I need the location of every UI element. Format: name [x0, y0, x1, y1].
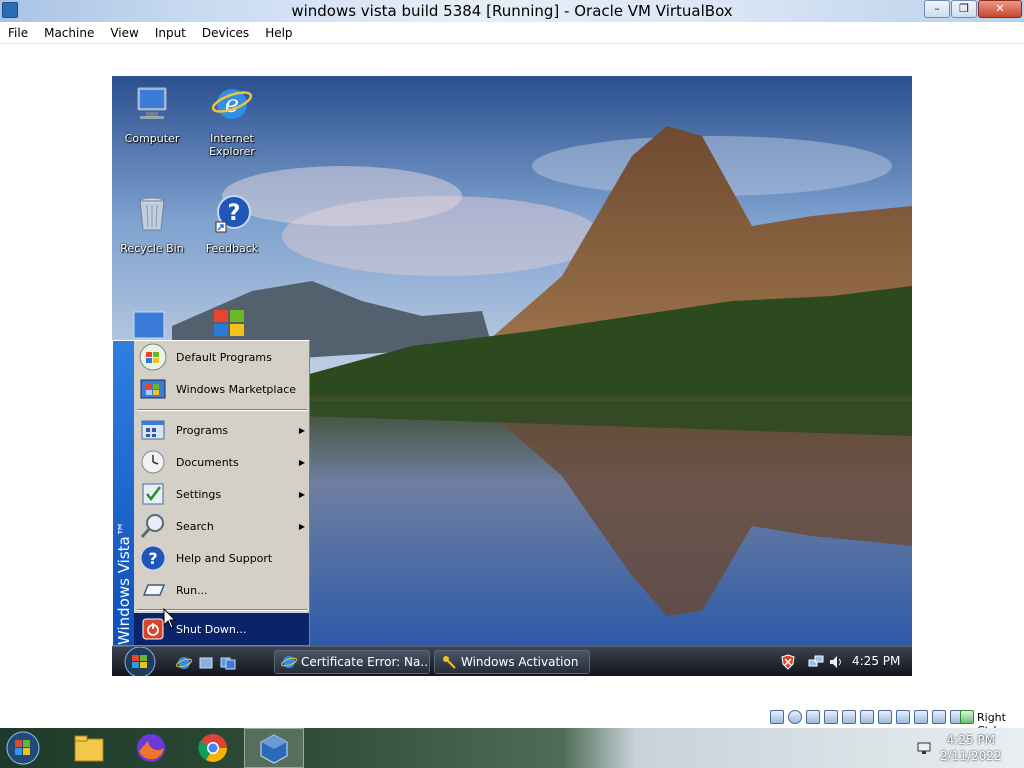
- submenu-arrow-icon: ▶: [298, 489, 305, 499]
- run-icon: [142, 584, 166, 596]
- recording-indicator-icon[interactable]: [896, 710, 910, 724]
- menu-input[interactable]: Input: [147, 26, 194, 40]
- guest-taskbar: Certificate Error: Na... Windows Activat…: [112, 646, 912, 676]
- menu-help[interactable]: Help: [257, 26, 300, 40]
- programs-icon: [141, 420, 165, 440]
- chrome-icon[interactable]: [196, 731, 230, 765]
- virtualbox-icon: [260, 734, 288, 764]
- taskbar-button-windows-activation[interactable]: Windows Activation: [434, 650, 590, 674]
- start-item-documents[interactable]: Documents ▶: [134, 446, 309, 478]
- computer-icon: [136, 86, 168, 119]
- close-button[interactable]: ✕: [978, 0, 1022, 18]
- guest-clock[interactable]: 4:25 PM: [852, 654, 900, 668]
- switch-windows-icon[interactable]: [220, 655, 236, 671]
- start-item-default-programs[interactable]: Default Programs: [134, 341, 309, 373]
- start-item-programs[interactable]: Programs ▶: [134, 414, 309, 446]
- search-icon: [140, 514, 164, 538]
- shared-folders-indicator-icon[interactable]: [860, 710, 874, 724]
- internet-explorer-icon: e: [211, 89, 253, 119]
- start-menu-separator: [137, 409, 307, 411]
- minimize-button[interactable]: –: [924, 0, 950, 18]
- host-clock-time: 4:25 PM: [946, 733, 995, 747]
- submenu-arrow-icon: ▶: [298, 425, 305, 435]
- settings-icon: [142, 483, 164, 505]
- restore-button[interactable]: ❐: [951, 0, 977, 18]
- firefox-icon[interactable]: [134, 731, 168, 765]
- taskbar-button-certificate-error[interactable]: Certificate Error: Na...: [274, 650, 430, 674]
- window-controls: – ❐ ✕: [923, 0, 1022, 20]
- internet-explorer-icon: [281, 656, 297, 668]
- host-key-indicator-icon[interactable]: [960, 710, 974, 724]
- feedback-icon: ?: [215, 195, 251, 233]
- network-icon[interactable]: [808, 654, 824, 670]
- audio-indicator-icon[interactable]: [806, 710, 820, 724]
- vm-display[interactable]: Computer e Internet Explorer Recycle Bin…: [112, 76, 912, 676]
- host-clock[interactable]: 4:25 PM 2/11/2022: [940, 732, 1002, 764]
- desktop-icon-recycle-bin[interactable]: Recycle Bin: [112, 192, 192, 255]
- menu-file[interactable]: File: [0, 26, 36, 40]
- host-title-bar[interactable]: windows vista build 5384 [Running] - Ora…: [0, 0, 1024, 22]
- start-menu-brand: Windows Vista™: [115, 521, 133, 645]
- volume-icon[interactable]: [828, 654, 844, 670]
- host-menu-bar: File Machine View Input Devices Help: [0, 22, 1024, 44]
- recycle-bin-icon: [139, 197, 165, 231]
- start-menu-sidebar: Windows Vista™: [113, 341, 134, 645]
- windows-start-button[interactable]: [6, 731, 40, 765]
- start-menu: Windows Vista™ Default Programs Windows …: [112, 340, 310, 646]
- menu-machine[interactable]: Machine: [36, 26, 102, 40]
- display-indicator-icon[interactable]: [878, 710, 892, 724]
- start-item-search[interactable]: Search ▶: [134, 510, 309, 542]
- mouse-cursor-icon: [163, 608, 177, 629]
- activation-key-icon: [443, 656, 456, 669]
- virtualbox-taskbar-button[interactable]: [244, 728, 304, 768]
- security-shield-icon[interactable]: [780, 654, 796, 670]
- svg-text:?: ?: [148, 549, 157, 568]
- usb-indicator-icon[interactable]: [842, 710, 856, 724]
- window-title: windows vista build 5384 [Running] - Ora…: [291, 2, 733, 20]
- help-icon: ?: [140, 545, 166, 571]
- show-desktop-icon[interactable]: [198, 655, 214, 671]
- host-taskbar: 4:25 PM 2/11/2022: [0, 728, 1024, 768]
- internet-explorer-quicklaunch-icon[interactable]: [176, 655, 192, 671]
- virtualization-indicator-icon[interactable]: [914, 710, 928, 724]
- desktop-icon-computer[interactable]: Computer: [112, 82, 192, 145]
- submenu-arrow-icon: ▶: [298, 521, 305, 531]
- host-status-bar: Right Ctrl: [0, 706, 1024, 737]
- desktop-icon-feedback[interactable]: ? Feedback: [192, 192, 272, 255]
- start-item-shut-down[interactable]: Shut Down...: [134, 613, 309, 645]
- svg-text:?: ?: [228, 201, 241, 226]
- network-tray-icon[interactable]: [916, 740, 932, 756]
- start-item-help-and-support[interactable]: ? Help and Support: [134, 542, 309, 574]
- start-orb-button[interactable]: [120, 647, 160, 676]
- default-programs-icon: [139, 343, 167, 371]
- network-indicator-icon[interactable]: [824, 710, 838, 724]
- marketplace-desktop-icon[interactable]: [130, 308, 170, 340]
- start-item-settings[interactable]: Settings ▶: [134, 478, 309, 510]
- windows-logo-desktop-icon[interactable]: [208, 304, 252, 340]
- menu-view[interactable]: View: [102, 26, 146, 40]
- hard-disk-indicator-icon[interactable]: [770, 710, 784, 724]
- desktop-icon-internet-explorer[interactable]: e Internet Explorer: [192, 82, 272, 158]
- documents-icon: [141, 450, 165, 474]
- host-clock-date: 2/11/2022: [940, 749, 1002, 763]
- file-explorer-icon[interactable]: [72, 731, 106, 765]
- optical-drive-indicator-icon[interactable]: [788, 710, 802, 724]
- start-item-windows-marketplace[interactable]: Windows Marketplace: [134, 373, 309, 405]
- submenu-arrow-icon: ▶: [298, 457, 305, 467]
- start-item-run[interactable]: Run...: [134, 574, 309, 606]
- menu-devices[interactable]: Devices: [194, 26, 257, 40]
- windows-marketplace-icon: [140, 379, 166, 399]
- mouse-integration-indicator-icon[interactable]: [932, 710, 946, 724]
